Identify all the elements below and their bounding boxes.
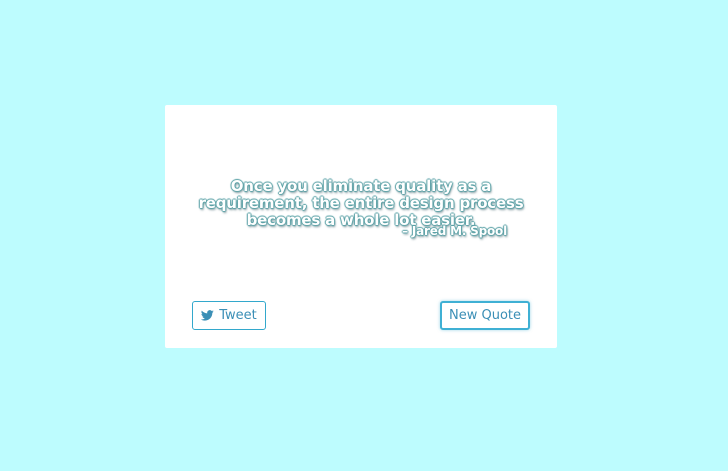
- quote-text: Once you eliminate quality as a requirem…: [198, 177, 524, 229]
- tweet-button-label: Tweet: [219, 308, 257, 323]
- twitter-icon: [201, 310, 215, 321]
- quote-block: Once you eliminate quality as a requirem…: [165, 178, 557, 229]
- quote-card: Once you eliminate quality as a requirem…: [165, 105, 557, 348]
- quote-author: – Jared M. Spool: [402, 224, 507, 238]
- new-quote-button-label: New Quote: [448, 308, 521, 323]
- tweet-button[interactable]: Tweet: [192, 301, 266, 330]
- new-quote-button[interactable]: New Quote: [440, 301, 530, 330]
- page: Once you eliminate quality as a requirem…: [0, 0, 728, 471]
